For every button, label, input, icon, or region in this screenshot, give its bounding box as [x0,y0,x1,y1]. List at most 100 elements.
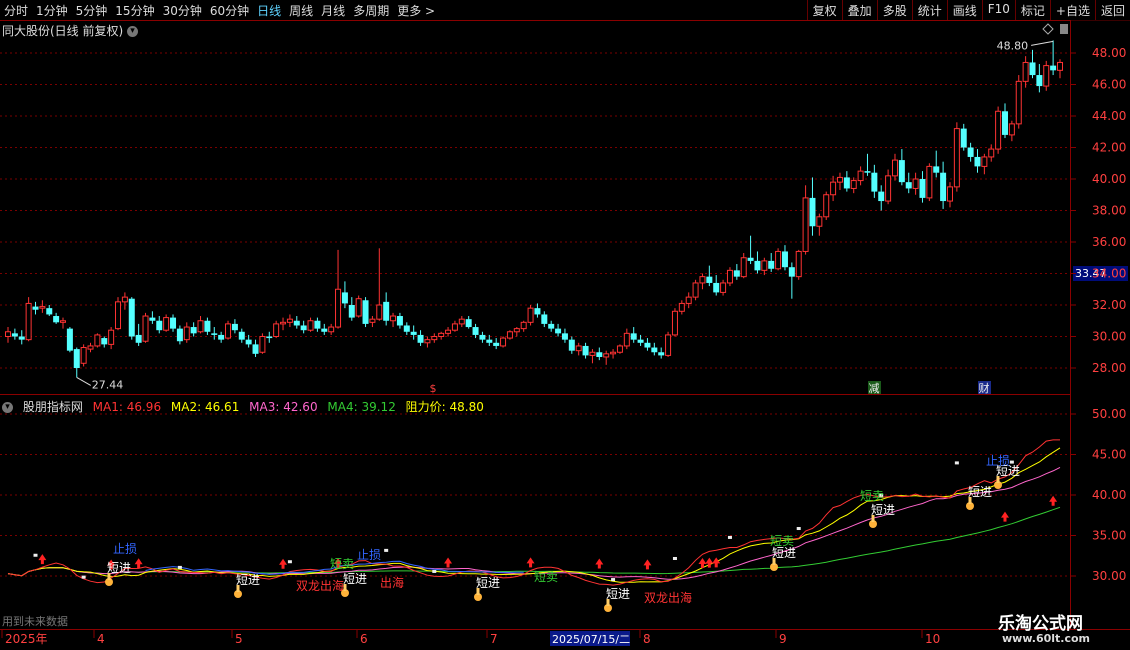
candle-body [321,328,328,332]
candle-body [699,276,706,284]
buy-arrow-icon [595,558,604,569]
candle-body [582,345,589,356]
candle-body [445,329,452,334]
candle-body [465,319,472,328]
candle-body [623,332,630,347]
buy-arrow-icon [38,554,47,565]
candle-body [204,320,211,332]
candle-body [816,216,823,227]
candle-body [60,320,67,323]
event-marker: 财 [979,381,990,395]
x-axis-label: 8 [643,632,651,646]
candle-body [678,302,685,312]
ma2-line [7,447,1061,583]
candle-body [568,339,575,351]
y-tick-label: 40.00 [1092,172,1126,186]
signal-label: 短卖 [534,570,558,584]
candle-body [603,353,610,358]
signal-label: 短进 [871,503,895,517]
candle-body [245,339,252,345]
candle-body [506,331,513,339]
signal-label: 双龙出海 [644,590,692,605]
candle-body [403,325,410,332]
candle-body [513,328,520,333]
buy-arrow-icon [279,558,288,569]
candle-body [170,317,177,329]
candle-body [135,334,142,343]
candle-body [486,339,493,343]
buy-arrow-icon [134,558,143,569]
candle-body [156,320,163,331]
candle-body [658,352,665,356]
candle-body [575,345,582,352]
candle-body [589,351,596,356]
candle-body [115,301,122,330]
candle-body [871,172,878,192]
candle-body [912,178,919,189]
candle-body [25,302,32,341]
x-axis-label: 5 [235,632,243,646]
candle-body [830,181,837,196]
candle-body [665,334,672,356]
candle-body [720,282,727,293]
signal-label: 短卖 [330,557,354,571]
candle-body [981,156,988,167]
candle-body [527,307,534,323]
candle-body [733,270,740,277]
candle-body [451,323,458,331]
kline-chart[interactable]: 48.00 46.00 44.00 42.00 40.00 38.00 36.00 34.00… [0,0,1130,650]
y-tick-label: 42.00 [1092,141,1126,155]
candle-body [128,298,135,337]
candle-body [891,159,898,177]
candle-body [555,328,562,334]
y-tick-label: 44.00 [1092,109,1126,123]
candle-body [878,191,885,202]
candle-body [493,342,500,346]
candle-body [396,316,403,326]
candle-body [307,320,314,331]
resist-dot [672,556,677,560]
x-axis-label: 4 [97,632,105,646]
candle-body [823,194,830,218]
candle-body [616,345,623,353]
candle-body [149,317,156,321]
y-tick-label: 34.00 [1092,267,1126,281]
candle-body [919,179,926,198]
resist-dot [727,535,732,539]
signal-label: 短进 [772,546,796,560]
candle-body [541,314,548,324]
candle-body [754,260,761,271]
signal-label: 短进 [343,572,367,586]
x-axis-label: 9 [779,632,787,646]
candle-body [836,176,843,183]
candle-body [438,332,445,338]
candle-body [850,180,857,189]
candle-body [637,339,644,343]
candle-body [651,347,658,353]
candle-body [376,304,383,320]
candle-body [933,166,940,173]
signal-label: 出海 [380,575,404,590]
signal-label: 短卖 [860,489,884,503]
candle-body [225,323,232,339]
candle-body [46,308,53,315]
signal-label: 止损 [357,548,381,562]
candle-body [266,336,273,339]
candle-body [101,338,108,345]
candle-body [142,315,149,342]
candle-body [286,318,293,323]
candle-body [348,305,355,318]
y-tick-label: 40.00 [1092,488,1126,502]
y-tick-label: 36.00 [1092,235,1126,249]
candle-body [341,292,348,304]
candle-body [218,334,225,340]
candle-body [898,160,905,183]
candle-body [685,296,692,304]
candle-body [252,344,259,354]
y-tick-label: 48.00 [1092,46,1126,60]
candle-body [87,345,94,350]
y-tick-label: 30.00 [1092,330,1126,344]
candle-body [795,250,802,278]
candle-body [163,317,170,331]
candle-body [561,333,568,340]
